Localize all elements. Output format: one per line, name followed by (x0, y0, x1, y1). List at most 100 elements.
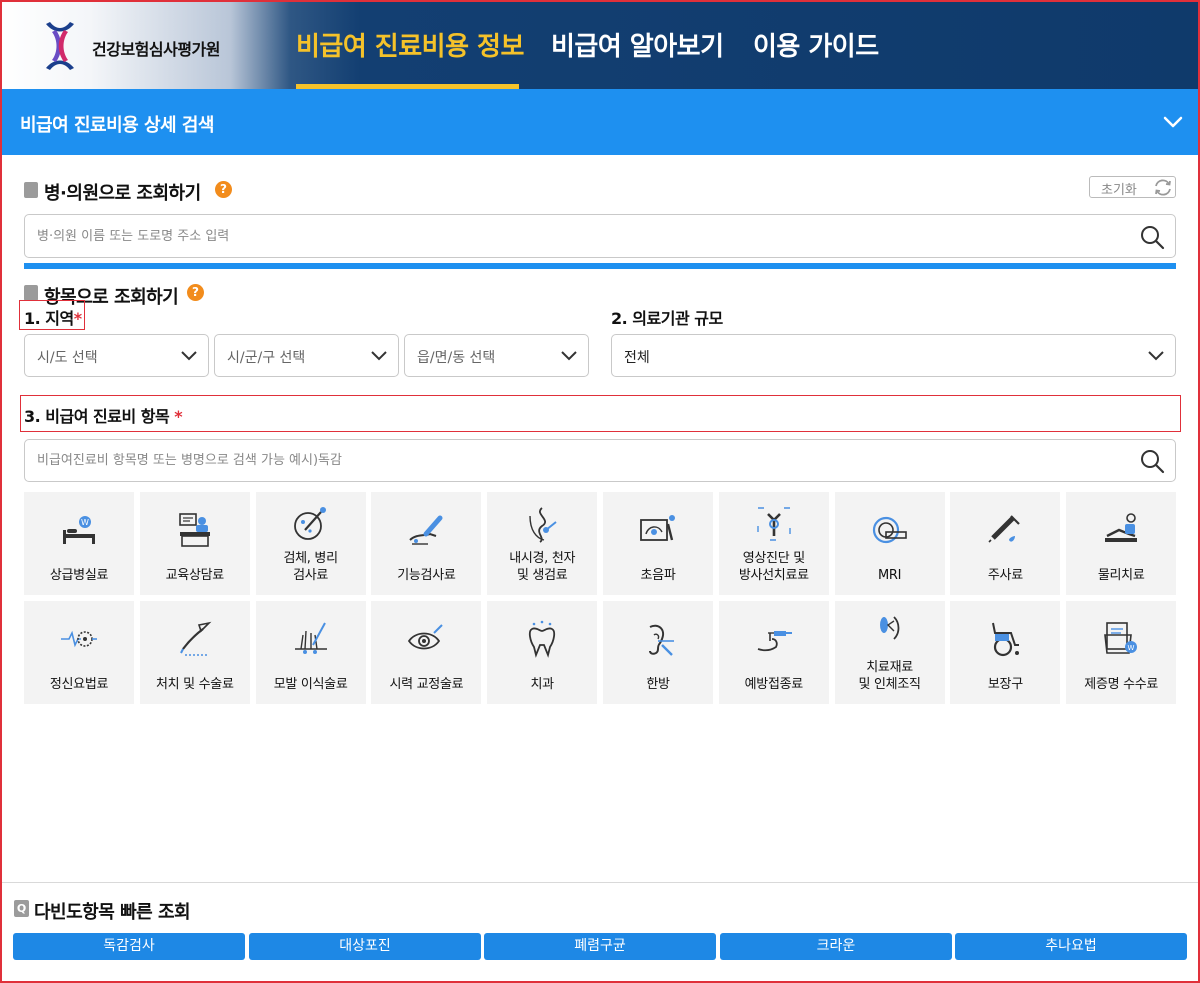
hospital-search-input[interactable] (37, 215, 1127, 257)
category-label: 정신요법료 (49, 677, 109, 692)
category-tile[interactable]: 예방접종료 (718, 601, 829, 704)
nav-user-guide[interactable]: 이용 가이드 (753, 26, 879, 63)
quick-button-flu-test[interactable]: 독감검사 (13, 933, 245, 960)
category-tile[interactable]: 시력 교정술료 (371, 601, 482, 704)
section-divider (24, 263, 1176, 269)
list-document-icon (24, 285, 38, 301)
district-select[interactable]: 시/군/구 선택 (214, 334, 399, 377)
brain-wave-icon (61, 630, 97, 648)
hair-transplant-icon (294, 622, 327, 654)
physical-therapy-icon (1105, 513, 1138, 542)
hospital-building-icon (24, 182, 38, 198)
quick-lookup-title: 다빈도항목 빠른 조회 (34, 902, 191, 923)
category-tile[interactable]: 기능검사료 (371, 492, 482, 595)
category-label: 교육상담료 (165, 568, 225, 583)
category-label: 초음파 (640, 568, 676, 583)
hospital-search-box[interactable] (24, 214, 1176, 258)
category-label: 처치 및 수술료 (155, 677, 234, 692)
quick-button-shingles[interactable]: 대상포진 (249, 933, 481, 960)
search-icon[interactable] (1139, 224, 1165, 250)
reset-button[interactable]: 초기화 (1089, 176, 1176, 198)
acupuncture-icon (649, 624, 674, 656)
radiology-icon (757, 507, 791, 541)
category-label: 상급병실료 (49, 568, 109, 583)
surgery-icon (179, 621, 212, 656)
category-tile[interactable]: 물리치료 (1066, 492, 1177, 595)
region-label-text: 1. 지역 (24, 309, 74, 328)
endoscope-icon (529, 507, 557, 543)
category-tile[interactable]: 치과 (487, 601, 598, 704)
quick-lookup-icon: Q (14, 900, 29, 917)
nav-nonpay-cost-info[interactable]: 비급여 진료비용 정보 (296, 26, 524, 63)
detail-search-title: 비급여 진료비용 상세 검색 (20, 115, 214, 136)
chevron-down-icon (181, 351, 197, 361)
province-select[interactable]: 시/도 선택 (24, 334, 209, 377)
hospital-search-title: 병·의원으로 조회하기 (44, 183, 201, 204)
category-tile[interactable]: 처치 및 수술료 (139, 601, 250, 704)
category-tile[interactable]: 영상진단 및 방사선치료료 (718, 492, 829, 595)
nav-nonpay-about[interactable]: 비급여 알아보기 (551, 26, 724, 63)
category-tile[interactable]: 정신요법료 (24, 601, 134, 704)
chevron-down-icon (1148, 351, 1164, 361)
required-highlight-box (20, 395, 1181, 432)
category-label: 예방접종료 (744, 677, 804, 692)
brand-name[interactable]: 건강보험심사평가원 (92, 36, 220, 60)
category-label: 주사료 (987, 568, 1023, 583)
category-tile[interactable]: MRI (834, 492, 945, 595)
category-label-text: 3. 비급여 진료비 항목 (24, 407, 170, 426)
category-tile[interactable]: 모발 이식술료 (255, 601, 366, 704)
category-tile[interactable]: 검체, 병리 검사료 (255, 492, 366, 595)
svg-text:W: W (1128, 644, 1135, 652)
quick-lookup-divider (0, 882, 1200, 883)
help-icon[interactable]: ? (215, 181, 232, 198)
category-tile[interactable]: W 상급병실료 (24, 492, 134, 595)
svg-text:W: W (81, 518, 89, 527)
hira-logo-icon[interactable] (40, 22, 80, 70)
category-label: 보장구 (987, 677, 1023, 692)
quick-button-pneumococcus[interactable]: 폐렴구균 (484, 933, 716, 960)
region-label: 1. 지역* (24, 305, 82, 329)
search-icon[interactable] (1139, 448, 1165, 474)
hospital-bed-icon: W (63, 516, 95, 544)
category-label: 치료재료 및 인체조직 (858, 660, 921, 692)
category-tile[interactable]: 초음파 (603, 492, 713, 595)
mri-icon (872, 516, 907, 544)
category-search-input[interactable] (37, 440, 1127, 481)
required-star: * (174, 407, 183, 426)
detail-search-bar[interactable]: 비급여 진료비용 상세 검색 (0, 89, 1200, 155)
category-label: 내시경, 천자 및 생검료 (509, 551, 576, 583)
category-label: 제증명 수수료 (1084, 677, 1159, 692)
syringe-icon (988, 515, 1021, 543)
chevron-down-icon[interactable] (1162, 111, 1184, 133)
institution-scale-value: 전체 (624, 350, 650, 366)
counseling-desk-icon (178, 513, 210, 547)
category-tile[interactable]: W 제증명 수수료 (1066, 601, 1177, 704)
quick-button-crown[interactable]: 크라운 (720, 933, 952, 960)
category-search-box[interactable] (24, 439, 1176, 482)
category-label: 치과 (530, 677, 555, 692)
eye-laser-icon (408, 624, 444, 650)
quick-button-chuna[interactable]: 추나요법 (955, 933, 1187, 960)
category-tile[interactable]: 한방 (603, 601, 713, 704)
category-tile[interactable]: 교육상담료 (139, 492, 250, 595)
category-label: 3. 비급여 진료비 항목 * (24, 403, 183, 427)
specimen-test-icon (293, 507, 326, 540)
help-icon[interactable]: ? (187, 284, 204, 301)
town-select-value: 읍/면/동 선택 (417, 350, 496, 366)
category-tile[interactable]: 주사료 (950, 492, 1061, 595)
category-tile[interactable]: 내시경, 천자 및 생검료 (487, 492, 598, 595)
category-label: 기능검사료 (397, 568, 456, 583)
institution-scale-select[interactable]: 전체 (611, 334, 1176, 377)
category-tile[interactable]: 치료재료 및 인체조직 (834, 601, 945, 704)
ultrasound-icon (640, 515, 675, 541)
category-label: MRI (878, 568, 902, 583)
refresh-icon (1155, 179, 1171, 196)
category-label: 물리치료 (1097, 568, 1145, 583)
category-tile[interactable]: 보장구 (950, 601, 1061, 704)
function-test-icon (409, 515, 443, 545)
province-select-value: 시/도 선택 (37, 350, 98, 366)
wheelchair-icon (992, 622, 1020, 657)
town-select[interactable]: 읍/면/동 선택 (404, 334, 589, 377)
district-select-value: 시/군/구 선택 (227, 350, 306, 366)
site-header: 건강보험심사평가원 비급여 진료비용 정보 비급여 알아보기 이용 가이드 (0, 0, 1200, 89)
